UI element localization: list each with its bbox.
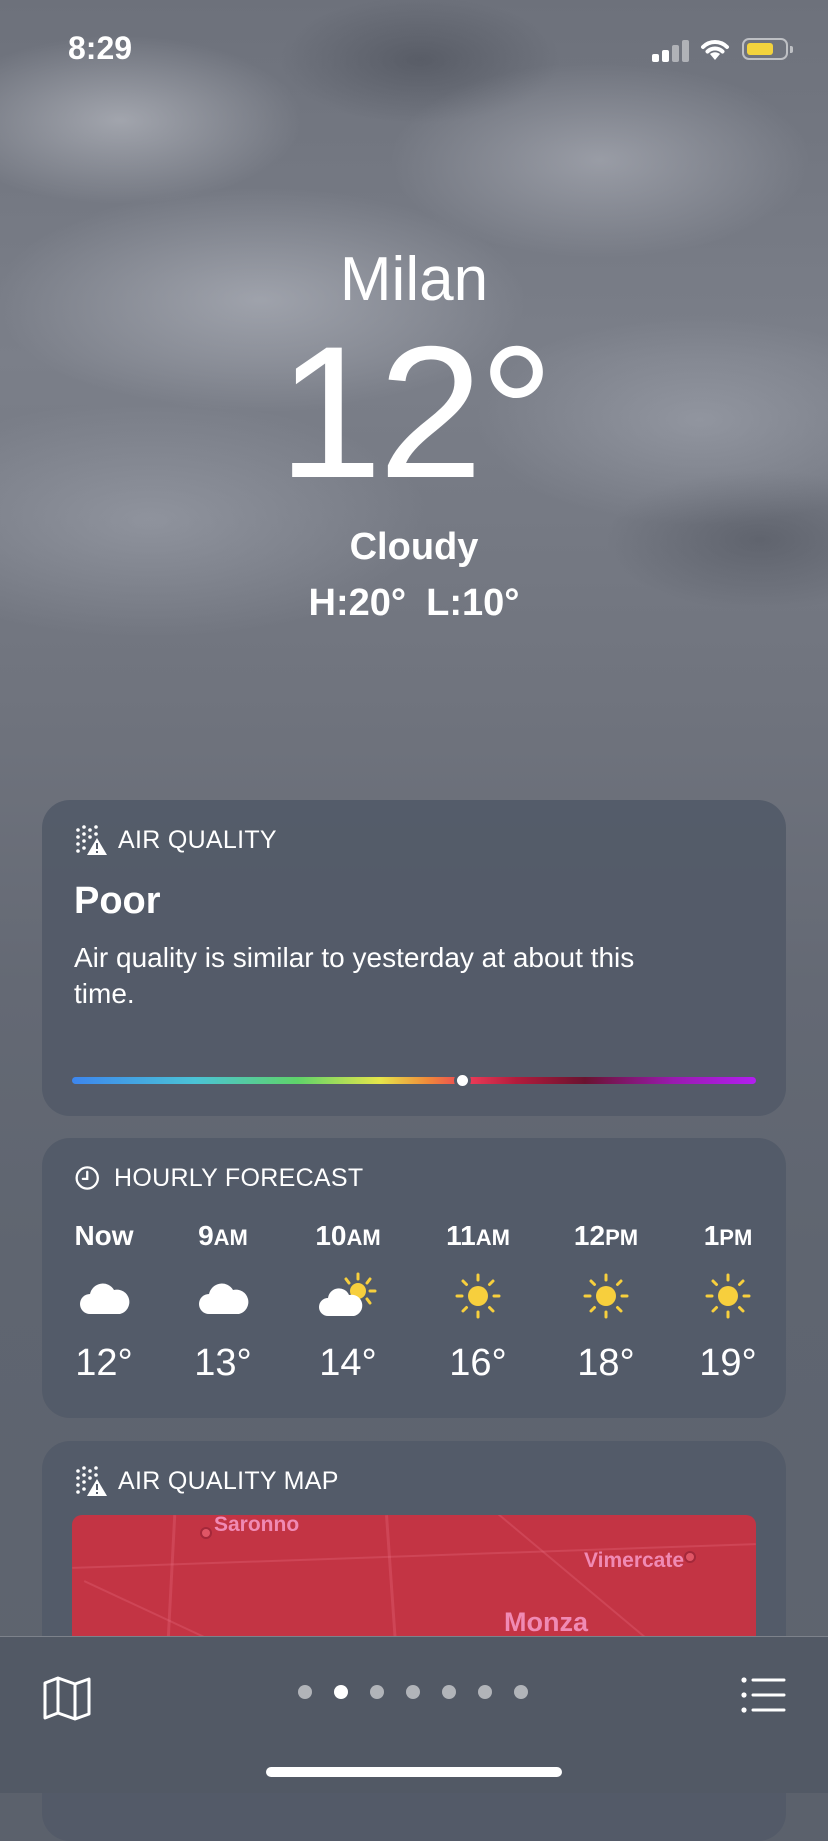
air-quality-header: AIR QUALITY: [74, 822, 277, 858]
sun-icon: [583, 1273, 629, 1319]
air-quality-description: Air quality is similar to yesterday at a…: [74, 942, 635, 1009]
cellular-signal-icon: [652, 38, 690, 62]
map-marker: [200, 1527, 212, 1539]
hour-item: 1PM 19°: [699, 1220, 757, 1384]
air-quality-icon: [76, 1466, 107, 1496]
page-indicator[interactable]: [298, 1680, 550, 1704]
hourly-forecast-card[interactable]: HOURLY FORECAST Now 12° 9AM 13° 10AM 14°…: [42, 1138, 786, 1418]
sun-icon: [455, 1273, 501, 1319]
sun-icon: [705, 1273, 751, 1319]
wifi-icon: [701, 40, 729, 60]
page-dot-active[interactable]: [334, 1685, 348, 1699]
hour-item: 11AM 16°: [446, 1220, 510, 1384]
low-temperature: L:10°: [426, 582, 520, 624]
battery-icon: [742, 38, 793, 60]
air-quality-indicator: [453, 1072, 471, 1089]
air-quality-card[interactable]: AIR QUALITY Poor Air quality is similar …: [42, 800, 786, 1116]
hour-item: 9AM 13°: [194, 1220, 252, 1384]
partly-cloudy-icon: [319, 1272, 377, 1316]
clock-icon: [75, 1166, 99, 1190]
map-marker: [684, 1551, 696, 1563]
hour-item: 12PM 18°: [573, 1220, 639, 1384]
air-quality-title: AIR QUALITY: [118, 825, 277, 854]
air-quality-icon: [76, 825, 107, 855]
air-quality-scale: [72, 1072, 756, 1089]
hourly-forecast-header: HOURLY FORECAST: [74, 1160, 363, 1196]
air-quality-map-header: AIR QUALITY MAP: [74, 1463, 339, 1499]
map-label-monza: Monza: [504, 1607, 588, 1637]
status-bar: 8:29: [0, 0, 828, 100]
cloud-icon: [199, 1283, 249, 1314]
page-dot[interactable]: [478, 1685, 492, 1699]
high-low-temperature: H:20° L:10°: [0, 582, 828, 625]
page-dot[interactable]: [370, 1685, 384, 1699]
city-name: Milan: [339, 245, 489, 314]
page-dot[interactable]: [406, 1685, 420, 1699]
map-label-saronno: Saronno: [214, 1515, 300, 1536]
hourly-forecast-title: HOURLY FORECAST: [114, 1163, 364, 1192]
hour-item: Now 12°: [74, 1220, 134, 1384]
status-time: 8:29: [68, 30, 133, 66]
air-quality-map-title: AIR QUALITY MAP: [118, 1466, 339, 1495]
cloud-icon: [80, 1283, 130, 1314]
high-temperature: H:20°: [308, 582, 407, 624]
page-dot[interactable]: [298, 1685, 312, 1699]
bottom-toolbar: [0, 1636, 828, 1793]
list-icon[interactable]: [740, 1675, 786, 1715]
page-dot[interactable]: [442, 1685, 456, 1699]
weather-condition: Cloudy: [349, 526, 479, 568]
map-label-vimercate: Vimercate: [584, 1549, 685, 1572]
page-dot[interactable]: [514, 1685, 528, 1699]
home-indicator[interactable]: [266, 1767, 562, 1777]
current-temperature: 12°: [277, 307, 554, 517]
hour-item: 10AM 14°: [315, 1220, 381, 1384]
air-quality-level: Poor: [74, 880, 161, 922]
map-icon[interactable]: [42, 1675, 92, 1721]
